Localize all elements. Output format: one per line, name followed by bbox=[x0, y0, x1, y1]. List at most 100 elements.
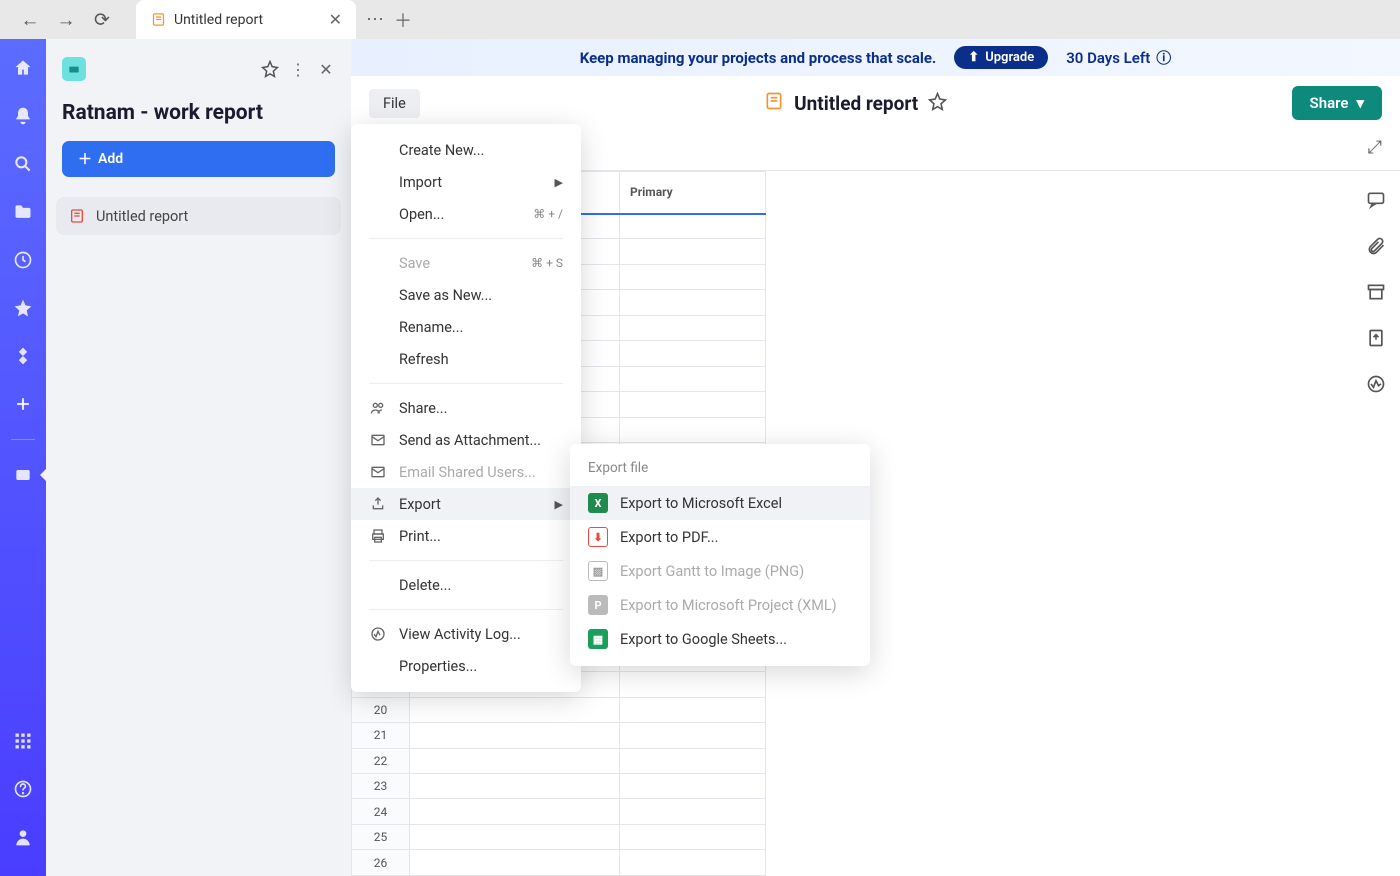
folder-icon[interactable] bbox=[10, 199, 36, 225]
menu-import[interactable]: Import▶ bbox=[351, 166, 581, 198]
app-icon[interactable] bbox=[10, 462, 36, 488]
doc-favorite-icon[interactable] bbox=[928, 92, 947, 115]
diamond-icon[interactable] bbox=[10, 343, 36, 369]
home-icon[interactable] bbox=[10, 55, 36, 81]
cell[interactable] bbox=[620, 290, 766, 315]
trial-status[interactable]: 30 Days Left ⓘ bbox=[1066, 47, 1171, 68]
cell[interactable] bbox=[620, 392, 766, 417]
export-google-sheets[interactable]: ▦Export to Google Sheets... bbox=[570, 622, 870, 656]
excel-icon: X bbox=[588, 493, 608, 513]
menu-print[interactable]: Print... bbox=[351, 520, 581, 552]
cell[interactable] bbox=[620, 264, 766, 289]
cell[interactable] bbox=[620, 748, 766, 773]
trial-label: 30 Days Left bbox=[1066, 49, 1150, 67]
upgrade-button[interactable]: ⬆ Upgrade bbox=[954, 46, 1048, 69]
archive-icon[interactable] bbox=[1365, 281, 1387, 303]
cell[interactable] bbox=[620, 417, 766, 442]
row-header[interactable]: 22 bbox=[352, 748, 410, 773]
help-icon[interactable] bbox=[10, 776, 36, 802]
nav-reload-icon[interactable]: ⟳ bbox=[90, 8, 114, 32]
nav-forward-icon[interactable]: → bbox=[54, 8, 78, 32]
file-export-icon[interactable] bbox=[1365, 327, 1387, 349]
info-icon: ⓘ bbox=[1156, 47, 1171, 68]
cell[interactable] bbox=[620, 773, 766, 798]
export-pdf[interactable]: ⬇Export to PDF... bbox=[570, 520, 870, 554]
more-icon[interactable]: ⋮ bbox=[289, 60, 307, 78]
cell[interactable] bbox=[410, 824, 620, 849]
menu-export[interactable]: Export▶ bbox=[351, 488, 581, 520]
nav-rail bbox=[0, 39, 46, 876]
export-msproj-label: Export to Microsoft Project (XML) bbox=[620, 597, 837, 614]
search-icon[interactable] bbox=[10, 151, 36, 177]
menu-delete[interactable]: Delete... bbox=[351, 569, 581, 601]
cell[interactable] bbox=[620, 239, 766, 264]
browser-tab[interactable]: Untitled report ✕ bbox=[136, 0, 356, 39]
activity-log-icon bbox=[369, 625, 387, 643]
cell[interactable] bbox=[410, 723, 620, 748]
doc-title[interactable]: Untitled report bbox=[794, 92, 918, 115]
menu-open[interactable]: Open...⌘ + / bbox=[351, 198, 581, 230]
expand-icon[interactable]: ⤢ bbox=[1368, 137, 1382, 158]
favorite-icon[interactable] bbox=[261, 60, 279, 78]
plus-icon[interactable] bbox=[10, 391, 36, 417]
cell[interactable] bbox=[410, 799, 620, 824]
cell[interactable] bbox=[620, 850, 766, 876]
row-header[interactable]: 23 bbox=[352, 773, 410, 798]
export-gantt-label: Export Gantt to Image (PNG) bbox=[620, 563, 804, 580]
menu-separator bbox=[369, 383, 563, 384]
mail-icon bbox=[369, 431, 387, 449]
export-icon bbox=[369, 495, 387, 513]
menu-share[interactable]: Share... bbox=[351, 392, 581, 424]
apps-grid-icon[interactable] bbox=[10, 728, 36, 754]
add-button[interactable]: ＋ Add bbox=[62, 141, 335, 177]
cell[interactable] bbox=[620, 315, 766, 340]
report-item-icon bbox=[68, 207, 86, 225]
tab-close-icon[interactable]: ✕ bbox=[329, 10, 342, 29]
report-tab-icon bbox=[150, 12, 166, 28]
share-button[interactable]: Share ▾ bbox=[1292, 86, 1382, 120]
cell[interactable] bbox=[620, 672, 766, 697]
primary-column-header[interactable]: Primary bbox=[620, 172, 766, 214]
workspace-logo[interactable] bbox=[62, 57, 86, 81]
cell[interactable] bbox=[620, 723, 766, 748]
row-header[interactable]: 25 bbox=[352, 824, 410, 849]
nav-back-icon[interactable]: ← bbox=[18, 8, 42, 32]
menu-activity-log[interactable]: View Activity Log... bbox=[351, 618, 581, 650]
cell[interactable] bbox=[410, 773, 620, 798]
cell[interactable] bbox=[620, 697, 766, 722]
menu-save: Save⌘ + S bbox=[351, 247, 581, 279]
export-gsheets-label: Export to Google Sheets... bbox=[620, 631, 787, 648]
cell[interactable] bbox=[410, 850, 620, 876]
row-header[interactable]: 21 bbox=[352, 723, 410, 748]
doc-title-icon bbox=[764, 91, 784, 115]
star-icon[interactable] bbox=[10, 295, 36, 321]
cell[interactable] bbox=[620, 824, 766, 849]
cell[interactable] bbox=[620, 341, 766, 366]
tree-item-report[interactable]: Untitled report bbox=[56, 197, 341, 235]
export-excel[interactable]: XExport to Microsoft Excel bbox=[570, 486, 870, 520]
attachment-icon[interactable] bbox=[1365, 235, 1387, 257]
activity-icon[interactable] bbox=[1365, 373, 1387, 395]
cell[interactable] bbox=[620, 366, 766, 391]
close-panel-icon[interactable]: ✕ bbox=[317, 60, 335, 78]
file-menu-button[interactable]: File bbox=[369, 89, 420, 118]
comment-icon[interactable] bbox=[1365, 189, 1387, 211]
cell[interactable] bbox=[620, 214, 766, 239]
menu-save-as[interactable]: Save as New... bbox=[351, 279, 581, 311]
cell[interactable] bbox=[410, 697, 620, 722]
menu-send-attachment[interactable]: Send as Attachment... bbox=[351, 424, 581, 456]
tab-menu-icon[interactable]: ⋯ bbox=[366, 9, 384, 30]
row-header[interactable]: 24 bbox=[352, 799, 410, 824]
row-header[interactable]: 26 bbox=[352, 850, 410, 876]
menu-refresh[interactable]: Refresh bbox=[351, 343, 581, 375]
cell[interactable] bbox=[410, 748, 620, 773]
menu-create-new[interactable]: Create New... bbox=[351, 134, 581, 166]
cell[interactable] bbox=[620, 799, 766, 824]
menu-rename[interactable]: Rename... bbox=[351, 311, 581, 343]
menu-properties[interactable]: Properties... bbox=[351, 650, 581, 682]
user-icon[interactable] bbox=[10, 824, 36, 850]
new-tab-icon[interactable]: ＋ bbox=[394, 7, 412, 33]
bell-icon[interactable] bbox=[10, 103, 36, 129]
clock-icon[interactable] bbox=[10, 247, 36, 273]
row-header[interactable]: 20 bbox=[352, 697, 410, 722]
